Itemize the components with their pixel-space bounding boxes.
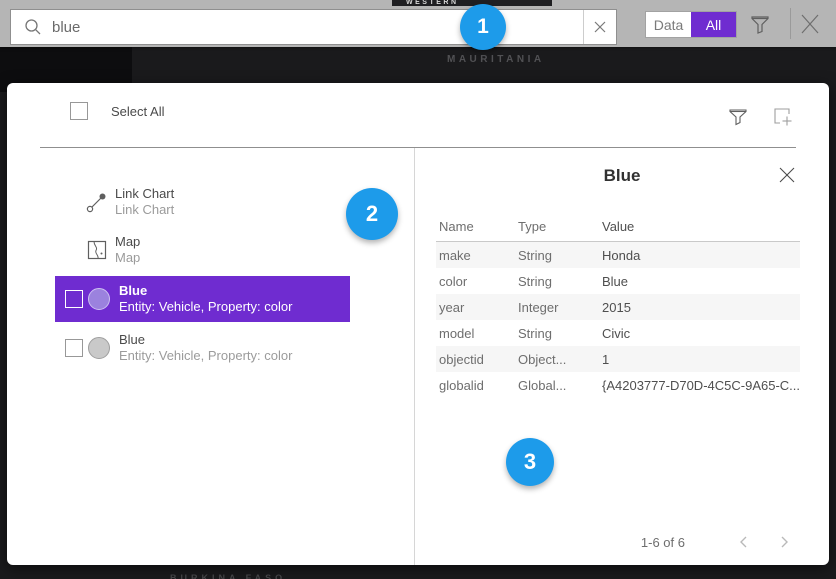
- item-title: Blue: [119, 332, 292, 348]
- cell-value: Honda: [602, 248, 800, 263]
- cell-name: color: [436, 274, 518, 289]
- select-all-label: Select All: [111, 104, 164, 119]
- table-row: objectid Object... 1: [436, 346, 800, 372]
- toggle-data-segment[interactable]: Data: [646, 12, 691, 37]
- table-row: color String Blue: [436, 268, 800, 294]
- cell-name: globalid: [436, 378, 518, 393]
- chevron-left-icon: [735, 533, 753, 551]
- annotation-badge-1: 1: [460, 4, 506, 50]
- close-icon: [593, 20, 607, 34]
- next-page-button[interactable]: [775, 533, 793, 551]
- table-row: model String Civic: [436, 320, 800, 346]
- details-title: Blue: [415, 166, 829, 186]
- toolbar-divider: [790, 8, 791, 39]
- item-title: Blue: [119, 283, 292, 299]
- close-icon: [799, 14, 821, 34]
- select-all-checkbox[interactable]: [70, 102, 88, 120]
- add-selection-icon: [771, 105, 793, 127]
- table-row: year Integer 2015: [436, 294, 800, 320]
- search-results-dialog: Select All Link Char: [7, 83, 829, 565]
- cell-type: String: [518, 248, 602, 263]
- list-item-link-chart[interactable]: Link Chart Link Chart: [55, 180, 350, 224]
- cell-name: year: [436, 300, 518, 315]
- cell-value: 2015: [602, 300, 800, 315]
- item-checkbox[interactable]: [65, 290, 83, 308]
- cell-value: 1: [602, 352, 800, 367]
- item-checkbox[interactable]: [65, 339, 83, 357]
- filter-results-button[interactable]: [727, 105, 749, 127]
- attributes-table: Name Type Value make String Honda color …: [436, 212, 800, 398]
- cell-name: make: [436, 248, 518, 263]
- cell-name: model: [436, 326, 518, 341]
- funnel-icon: [749, 14, 771, 34]
- filter-button[interactable]: [749, 14, 771, 34]
- map-label-mauritania: MAURITANIA: [447, 54, 545, 65]
- column-header-value: Value: [602, 219, 800, 234]
- item-subtitle: Entity: Vehicle, Property: color: [119, 348, 292, 364]
- item-subtitle: Map: [115, 250, 140, 266]
- screen: MAURITANIA BURKINA FASO Data All WESTERN: [0, 0, 836, 579]
- clear-search-button[interactable]: [583, 10, 616, 44]
- annotation-badge-3: 3: [506, 438, 554, 486]
- funnel-icon: [727, 105, 749, 127]
- cell-type: Global...: [518, 378, 602, 393]
- entity-circle-icon: [88, 288, 110, 310]
- cell-type: String: [518, 326, 602, 341]
- add-to-selection-button[interactable]: [771, 105, 793, 127]
- results-header: Select All: [7, 83, 829, 148]
- item-title: Link Chart: [115, 186, 174, 202]
- link-chart-icon: [85, 190, 109, 214]
- cell-value: Blue: [602, 274, 800, 289]
- cell-type: String: [518, 274, 602, 289]
- details-panel: Blue Name Type Value make String Honda: [414, 148, 829, 565]
- list-item-map[interactable]: Map Map: [55, 228, 350, 272]
- select-all: Select All: [70, 102, 164, 120]
- chevron-right-icon: [775, 533, 793, 551]
- column-header-type: Type: [518, 219, 602, 234]
- toggle-all-segment[interactable]: All: [691, 12, 736, 37]
- pagination: 1-6 of 6: [641, 533, 793, 551]
- item-subtitle: Entity: Vehicle, Property: color: [119, 299, 292, 315]
- pagination-label: 1-6 of 6: [641, 535, 685, 550]
- list-item-blue-selected[interactable]: Blue Entity: Vehicle, Property: color: [55, 276, 350, 322]
- results-body: Link Chart Link Chart Map Map: [7, 148, 829, 565]
- map-label-western: WESTERN: [406, 0, 459, 6]
- entity-circle-icon: [88, 337, 110, 359]
- cell-value: {A4203777-D70D-4C5C-9A65-C...: [602, 378, 800, 393]
- close-details-button[interactable]: [778, 166, 796, 184]
- search-box: [10, 9, 617, 45]
- map-peek-strip: WESTERN: [392, 0, 552, 6]
- cell-type: Object...: [518, 352, 602, 367]
- close-icon: [778, 166, 796, 184]
- search-toolbar: Data All: [0, 0, 836, 47]
- list-item-blue[interactable]: Blue Entity: Vehicle, Property: color: [55, 325, 350, 371]
- table-header: Name Type Value: [436, 212, 800, 242]
- cell-type: Integer: [518, 300, 602, 315]
- table-row: globalid Global... {A4203777-D70D-4C5C-9…: [436, 372, 800, 398]
- item-title: Map: [115, 234, 140, 250]
- close-search-button[interactable]: [799, 14, 823, 34]
- prev-page-button[interactable]: [735, 533, 753, 551]
- cell-name: objectid: [436, 352, 518, 367]
- cell-value: Civic: [602, 326, 800, 341]
- table-row: make String Honda: [436, 242, 800, 268]
- data-all-toggle: Data All: [645, 11, 737, 38]
- item-subtitle: Link Chart: [115, 202, 174, 218]
- column-header-name: Name: [436, 219, 518, 234]
- header-actions: [727, 105, 793, 127]
- search-icon: [24, 18, 42, 36]
- annotation-badge-2: 2: [346, 188, 398, 240]
- map-label-bottom: BURKINA FASO: [170, 573, 286, 579]
- map-icon: [85, 238, 109, 262]
